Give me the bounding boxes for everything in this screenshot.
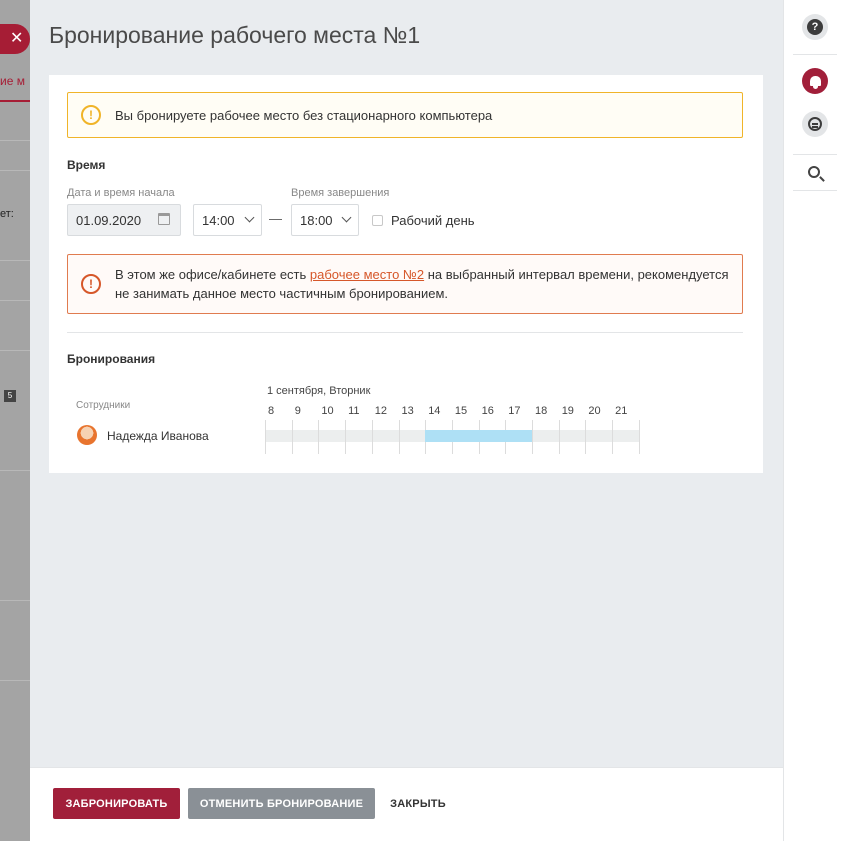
rail-divider bbox=[793, 54, 837, 55]
workday-label[interactable]: Рабочий день bbox=[391, 213, 475, 228]
rail-divider bbox=[793, 154, 837, 155]
timeline-hour-label: 21 bbox=[615, 405, 628, 417]
warning-text: Вы бронируете рабочее место без стациона… bbox=[115, 107, 493, 123]
timeline-grid-line bbox=[532, 420, 533, 454]
timeline-grid-line bbox=[291, 420, 293, 454]
timeline-hour-label: 14 bbox=[428, 405, 441, 417]
bell-icon bbox=[809, 76, 821, 89]
background-label: ет: bbox=[0, 208, 14, 220]
start-time-select[interactable]: 14:00 bbox=[193, 204, 262, 236]
timeline-grid-line bbox=[345, 420, 347, 454]
calendar-icon[interactable] bbox=[158, 213, 170, 225]
background-divider bbox=[0, 170, 30, 171]
conflict-alert: ! В этом же офисе/кабинете есть рабочее … bbox=[67, 254, 743, 314]
background-marker: 5 bbox=[4, 390, 16, 402]
bookings-section-title: Бронирования bbox=[67, 352, 156, 366]
background-tab[interactable]: ие м bbox=[0, 74, 30, 94]
right-rail: ? bbox=[783, 0, 846, 841]
background-divider bbox=[0, 350, 30, 351]
help-button[interactable]: ? bbox=[802, 14, 828, 40]
timeline-hour-label: 17 bbox=[508, 405, 521, 417]
start-date-value: 01.09.2020 bbox=[76, 212, 142, 228]
search-icon[interactable] bbox=[808, 166, 820, 178]
timeline-grid-line bbox=[612, 420, 614, 454]
start-time-value: 14:00 bbox=[202, 212, 235, 228]
booking-dialog: Бронирование рабочего места №1 ! Вы брон… bbox=[30, 0, 783, 841]
dialog-title: Бронирование рабочего места №1 bbox=[49, 22, 421, 48]
chevron-down-icon bbox=[341, 212, 352, 223]
help-icon: ? bbox=[807, 19, 823, 35]
conflict-text-prefix: В этом же офисе/кабинете есть bbox=[115, 267, 310, 282]
timeline-grid-line bbox=[265, 420, 266, 454]
booking-card: ! Вы бронируете рабочее место без стацио… bbox=[49, 75, 763, 473]
background-close-button[interactable]: ✕ bbox=[0, 24, 30, 54]
end-label: Время завершения bbox=[291, 187, 390, 199]
background-divider bbox=[0, 680, 30, 681]
timeline-hour-label: 12 bbox=[374, 405, 388, 417]
booking-bar[interactable] bbox=[425, 430, 532, 442]
end-time-value: 18:00 bbox=[300, 212, 333, 228]
time-section-title: Время bbox=[67, 158, 106, 172]
timeline-date: 1 сентября, Вторник bbox=[267, 385, 371, 397]
time-separator: — bbox=[269, 211, 282, 226]
dialog-footer: ЗАБРОНИРОВАТЬ ОТМЕНИТЬ БРОНИРОВАНИЕ ЗАКР… bbox=[30, 767, 783, 841]
book-button[interactable]: ЗАБРОНИРОВАТЬ bbox=[53, 788, 180, 819]
timeline-hour-label: 11 bbox=[348, 405, 360, 417]
timeline-grid-line bbox=[318, 420, 320, 454]
workplace-2-link[interactable]: рабочее место №2 bbox=[310, 267, 424, 282]
notifications-button[interactable] bbox=[802, 68, 828, 94]
timeline-hour-label: 9 bbox=[294, 405, 301, 417]
conflict-text: В этом же офисе/кабинете есть рабочее ме… bbox=[115, 265, 742, 303]
background-divider bbox=[0, 140, 30, 141]
start-date-input[interactable]: 01.09.2020 bbox=[67, 204, 181, 236]
timeline-grid-line bbox=[558, 420, 560, 454]
timeline-grid-line bbox=[638, 420, 640, 454]
avatar bbox=[77, 425, 97, 445]
background-tab-underline bbox=[0, 100, 30, 102]
timeline-grid-line bbox=[398, 420, 400, 454]
start-label: Дата и время начала bbox=[67, 187, 175, 199]
timeline-hour-label: 13 bbox=[401, 405, 414, 417]
workday-checkbox[interactable] bbox=[372, 215, 383, 226]
warning-icon: ! bbox=[81, 105, 101, 125]
timeline-hour-label: 20 bbox=[588, 405, 601, 417]
cancel-booking-button[interactable]: ОТМЕНИТЬ БРОНИРОВАНИЕ bbox=[188, 788, 375, 819]
chat-button[interactable] bbox=[802, 111, 828, 137]
warning-alert: ! Вы бронируете рабочее место без стацио… bbox=[67, 92, 743, 138]
timeline-hour-label: 18 bbox=[535, 405, 548, 417]
timeline-hour-label: 16 bbox=[481, 405, 494, 417]
timeline-hour-label: 15 bbox=[454, 405, 468, 417]
timeline-grid-line bbox=[585, 420, 587, 454]
section-divider bbox=[67, 332, 743, 333]
end-time-select[interactable]: 18:00 bbox=[291, 204, 359, 236]
background-divider bbox=[0, 470, 30, 471]
chevron-down-icon bbox=[244, 212, 255, 223]
timeline-hour-label: 19 bbox=[561, 405, 574, 417]
rail-divider bbox=[793, 190, 837, 191]
background-divider bbox=[0, 300, 30, 301]
chat-icon bbox=[808, 117, 822, 131]
background-divider bbox=[0, 600, 30, 601]
timeline-hour-label: 8 bbox=[268, 405, 275, 417]
background-divider bbox=[0, 260, 30, 261]
employees-column-label: Сотрудники bbox=[76, 400, 131, 411]
timeline-grid-line bbox=[371, 420, 373, 454]
close-button[interactable]: ЗАКРЫТЬ bbox=[386, 788, 450, 819]
timeline-hour-label: 10 bbox=[321, 405, 334, 417]
background-overlay bbox=[0, 0, 30, 841]
conflict-icon: ! bbox=[81, 274, 101, 294]
employee-name: Надежда Иванова bbox=[107, 429, 209, 443]
